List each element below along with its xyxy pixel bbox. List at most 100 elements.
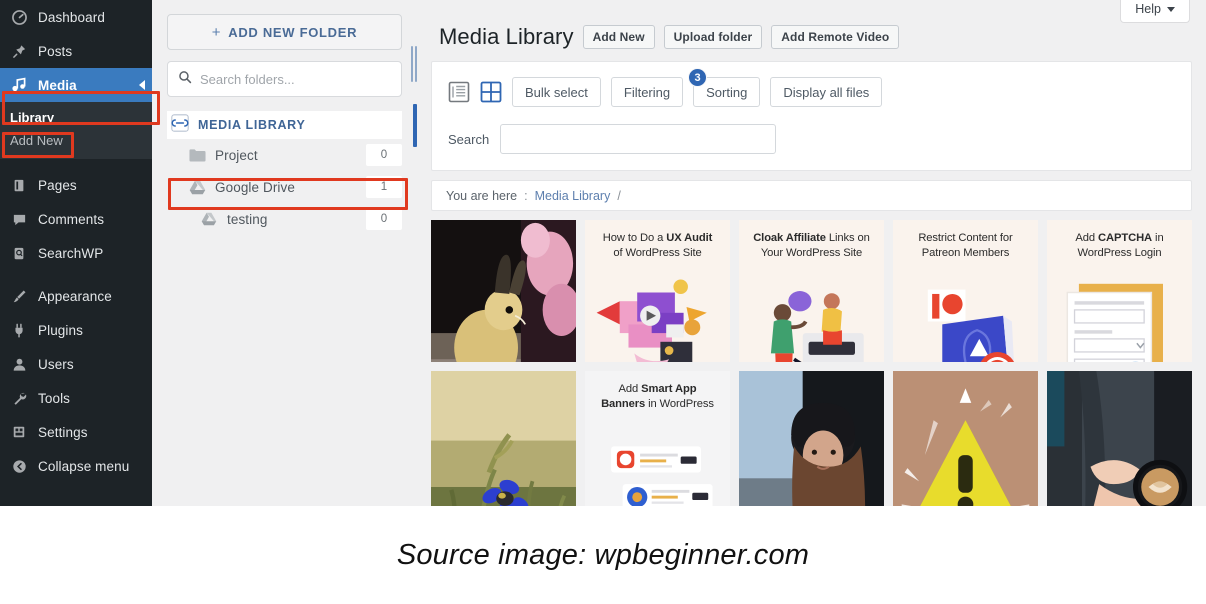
media-item-cloak-affiliate-card[interactable]: Cloak Affiliate Links on Your WordPress … [739,220,884,362]
woman-beanie-photo [739,371,884,506]
folder-name: testing [227,211,268,227]
breadcrumb: You are here : Media Library / [431,180,1192,211]
folder-search-input[interactable] [200,71,391,87]
sidebar-item-collapse-menu[interactable]: Collapse menu [0,449,152,483]
media-library-main: Help Media Library Add New Upload folder… [417,0,1206,506]
breadcrumb-prefix: You are here [446,188,518,203]
page-root: Dashboard Posts Media Library Add New Pa… [0,0,1206,604]
add-new-folder-label: ADD NEW FOLDER [228,24,358,40]
sidebar-item-tools[interactable]: Tools [0,381,152,415]
filtering-count-badge: 3 [688,68,707,87]
submenu-item-label: Library [10,110,55,125]
submenu-item-add-new[interactable]: Add New [0,129,152,152]
media-search-row: Search [448,124,1175,154]
media-item-warning-sign-photo[interactable] [893,371,1038,506]
sidebar-item-comments[interactable]: Comments [0,202,152,236]
folders-link-icon [171,113,189,137]
users-icon [9,355,29,373]
sidebar-item-settings[interactable]: Settings [0,415,152,449]
sidebar-item-label: Dashboard [38,9,105,25]
media-item-rabbit-photo[interactable] [431,220,576,362]
sidebar-item-label: Pages [38,177,77,193]
wp-admin-sidebar: Dashboard Posts Media Library Add New Pa… [0,0,152,506]
submenu-item-library[interactable]: Library [0,106,152,129]
media-item-coffee-cup-photo[interactable] [1047,371,1192,506]
add-new-button[interactable]: Add New [582,25,655,49]
card-line1-bold: CAPTCHA [1098,232,1153,244]
chevron-left-icon [139,80,145,90]
sidebar-item-pages[interactable]: Pages [0,168,152,202]
card-line1-bold: UX Audit [666,232,713,244]
card-line1-plain: Restrict Content for [918,232,1013,244]
sidebar-item-label: Media [38,77,77,93]
sidebar-divider [0,270,152,279]
toolbar: Bulk select Filtering Sorting Display al… [448,68,1175,107]
bulk-select-button[interactable]: Bulk select [512,77,601,107]
media-item-smart-app-banners-card[interactable]: Add Smart App Banners in WordPress [585,371,730,506]
folder-count: 0 [366,208,402,230]
media-submenu: Library Add New [0,102,152,159]
sidebar-item-appearance[interactable]: Appearance [0,279,152,313]
add-remote-video-button[interactable]: Add Remote Video [771,25,900,49]
breadcrumb-link-media-library[interactable]: Media Library [535,189,611,203]
sidebar-item-plugins[interactable]: Plugins [0,313,152,347]
add-new-folder-button[interactable]: + ADD NEW FOLDER [167,14,402,50]
folder-name: Project [215,147,258,163]
card-line1-plain: Links on [828,232,870,244]
media-item-captcha-login-card[interactable]: Add CAPTCHA in WordPress Login [1047,220,1192,362]
search-label: Search [448,131,490,147]
card-line2-plain: Patreon Members [921,246,1010,259]
sidebar-item-label: Settings [38,424,88,440]
help-button[interactable]: Help [1120,0,1190,23]
sidebar-item-label: Users [38,356,74,372]
sidebar-item-searchwp[interactable]: SearchWP [0,236,152,270]
card-title: Add Smart App Banners in WordPress [585,382,730,412]
sidebar-item-users[interactable]: Users [0,347,152,381]
card-line1-plain: Add [1075,232,1099,244]
breadcrumb-trailing-slash: / [617,188,621,203]
card-line1-plain: How to Do a [602,232,667,244]
card-line1-plain: Add [618,383,642,395]
help-label: Help [1135,2,1161,16]
card-title: Add CAPTCHA in WordPress Login [1047,231,1192,261]
submenu-item-label: Add New [10,133,63,148]
media-grid: How to Do a UX Audit of WordPress Site C… [431,220,1192,506]
rabbit-photo [431,220,576,362]
screenshot-frame: Dashboard Posts Media Library Add New Pa… [0,0,1206,506]
folder-row-testing[interactable]: testing 0 [167,203,402,235]
tree-header-media-library[interactable]: MEDIA LIBRARY [167,104,417,147]
comments-icon [9,210,29,228]
folder-search-box[interactable] [167,61,402,97]
sidebar-item-label: Posts [38,43,73,59]
filtering-button[interactable]: Filtering [610,77,684,107]
coffee-cup-photo [1047,371,1192,506]
search-input[interactable] [500,124,777,154]
sidebar-item-dashboard[interactable]: Dashboard [0,0,152,34]
card-line1-bold: Cloak Affiliate [753,232,826,244]
media-item-woman-beanie-photo[interactable] [739,371,884,506]
sidebar-item-label: Appearance [38,288,112,304]
sidebar-item-media[interactable]: Media [0,68,152,102]
plus-icon: + [211,23,222,41]
media-item-patreon-restrict-card[interactable]: Restrict Content for Patreon Members [893,220,1038,362]
upload-folder-button[interactable]: Upload folder [663,25,763,49]
sidebar-item-label: SearchWP [38,245,104,261]
sidebar-item-posts[interactable]: Posts [0,34,152,68]
display-all-files-button[interactable]: Display all files [770,77,883,107]
folder-row-project[interactable]: Project 0 [167,139,402,171]
google-drive-icon [201,212,222,226]
search-icon [178,70,192,89]
folder-icon [189,148,210,163]
page-title: Media Library [439,24,574,49]
sidebar-item-label: Collapse menu [38,458,130,474]
folder-count: 1 [366,176,402,198]
media-item-ux-audit-card[interactable]: How to Do a UX Audit of WordPress Site [585,220,730,362]
list-view-icon[interactable] [448,81,470,103]
caption-text: Source image: wpbeginner.com [396,538,810,571]
grid-view-icon[interactable] [480,81,502,103]
google-drive-icon [189,180,210,195]
tree-header-label: MEDIA LIBRARY [198,118,306,132]
folder-row-google-drive[interactable]: Google Drive 1 [167,171,402,203]
brush-icon [9,287,29,305]
media-item-cornflower-photo[interactable] [431,371,576,506]
